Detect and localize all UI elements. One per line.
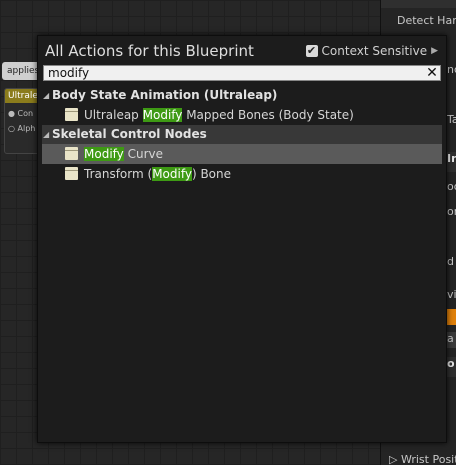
node-icon (65, 167, 78, 180)
search-match: Modify (84, 147, 124, 161)
node-pin-2: ○ Alph (8, 124, 36, 133)
context-sensitive-label: Context Sensitive (321, 44, 428, 58)
menu-title: All Actions for this Blueprint (45, 42, 254, 60)
details-row-ody: ody (447, 180, 456, 193)
details-row-dd: d D (447, 255, 456, 268)
search-match: Modify (152, 167, 192, 181)
chevron-right-icon[interactable]: ▶ (431, 46, 438, 56)
check-icon[interactable]: ✔ (305, 45, 318, 57)
collapse-triangle-icon: ◢ (43, 91, 50, 100)
search-box: ✕ (43, 65, 441, 81)
ultraleap-node[interactable]: Ultrale ● Con ○ Alph (4, 88, 40, 154)
details-section-in[interactable]: In (447, 152, 456, 172)
expand-arrow-icon: ▷ (389, 453, 401, 465)
action-item[interactable]: Ultraleap Modify Mapped Bones (Body Stat… (42, 105, 442, 125)
details-orange-field[interactable] (447, 309, 456, 325)
clear-icon[interactable]: ✕ (424, 66, 440, 80)
action-menu: All Actions for this Blueprint ✔ Context… (37, 35, 447, 443)
node-icon (65, 108, 78, 121)
details-section-oa[interactable]: o A (447, 357, 456, 377)
details-row-vie: vie (447, 288, 456, 301)
category-skeletal-control[interactable]: ◢ Skeletal Control Nodes (42, 125, 442, 144)
details-row-3: Ta (447, 113, 456, 126)
details-row-wrist[interactable]: ▷ Wrist Positi (381, 453, 456, 465)
node-title: Ultrale (5, 89, 39, 103)
action-item-selected[interactable]: Modify Curve (42, 144, 442, 164)
category-body-state[interactable]: ◢ Body State Animation (Ultraleap) (42, 86, 442, 105)
search-match: Modify (142, 108, 183, 122)
node-pin-1: ● Con (8, 109, 34, 118)
action-list: ◢ Body State Animation (Ultraleap) Ultra… (42, 86, 442, 184)
details-row-on: on (447, 205, 456, 218)
details-header (381, 0, 456, 8)
details-field-a[interactable]: a (447, 332, 456, 348)
details-row-detect-hand[interactable]: Detect Hand (381, 14, 456, 34)
action-item[interactable]: Transform (Modify) Bone (42, 164, 442, 184)
context-sensitive-toggle[interactable]: ✔ Context Sensitive ▶ (305, 44, 438, 58)
details-row-2: nd (447, 63, 456, 76)
search-input[interactable] (44, 66, 424, 80)
node-icon (65, 147, 78, 160)
collapse-triangle-icon: ◢ (43, 130, 50, 139)
